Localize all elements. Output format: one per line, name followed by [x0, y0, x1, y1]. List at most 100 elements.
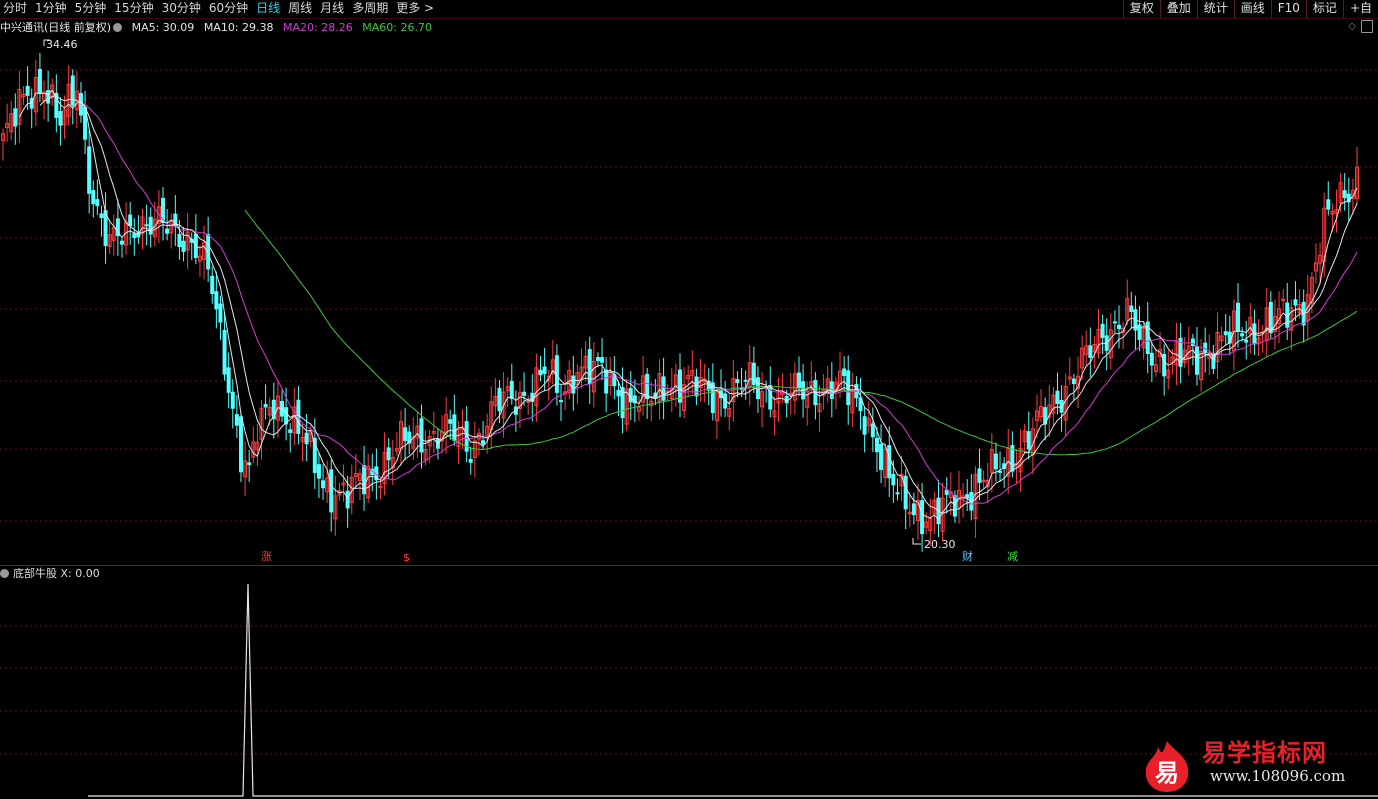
candle-body	[600, 357, 605, 363]
restore-rights-button[interactable]: 复权	[1122, 0, 1160, 18]
candle-body	[403, 427, 408, 441]
candle-body	[148, 216, 153, 235]
overlay-button[interactable]: 叠加	[1159, 0, 1197, 18]
watermark: 易 易学指标网 www.108096.com	[1140, 733, 1360, 793]
candle-body	[887, 445, 892, 479]
logo-char: 易	[1155, 759, 1179, 787]
candle-body	[559, 400, 564, 403]
candlestick-chart[interactable]	[0, 36, 1378, 565]
legend-toggle-icon[interactable]	[113, 23, 123, 32]
candle-body	[743, 379, 748, 382]
watermark-title: 易学指标网	[1202, 739, 1327, 767]
candle-body	[362, 465, 367, 495]
candle-body	[1088, 345, 1093, 358]
candle-body	[952, 495, 957, 517]
candle-body	[1112, 321, 1117, 324]
candle-body	[144, 224, 149, 227]
candle-body	[288, 429, 293, 433]
candle-body	[911, 503, 916, 516]
candle-body	[247, 462, 252, 466]
tab-weekly[interactable]: 周线	[285, 0, 317, 18]
f10-button[interactable]: F10	[1270, 0, 1306, 18]
watermark-url: www.108096.com	[1210, 767, 1346, 785]
event-marker-zhang[interactable]: 涨	[261, 551, 272, 563]
ma-legend: 中兴通讯(日线 前复权) MA5: 30.09 MA10: 29.38 MA20…	[0, 21, 438, 35]
ma5-value: MA5: 30.09	[131, 21, 195, 34]
indicator-name[interactable]: 底部牛股	[13, 567, 57, 580]
diamond-icon[interactable]: ◇	[1348, 21, 1356, 32]
candle-body	[903, 475, 908, 510]
candle-body	[226, 367, 231, 393]
candle-body	[165, 228, 170, 234]
candle-body	[678, 369, 682, 403]
candle-body	[874, 437, 879, 453]
candle-body	[13, 108, 18, 127]
tab-monthly[interactable]: 月线	[317, 0, 349, 18]
event-marker-dollar[interactable]: $	[403, 552, 410, 564]
candle-body	[526, 401, 531, 404]
event-marker-jian[interactable]: 减	[1007, 551, 1018, 563]
candle-body	[998, 470, 1003, 473]
tab-multi-period[interactable]: 多周期	[349, 0, 393, 18]
candle-body	[1268, 301, 1273, 334]
candle-body	[234, 414, 239, 426]
low-pointer	[912, 538, 921, 545]
low-price-label: 20.30	[924, 538, 956, 551]
tab-more[interactable]: 更多 >	[393, 0, 439, 18]
candle-body	[842, 368, 847, 376]
period-tabs: 分时 1分钟 5分钟 15分钟 30分钟 60分钟 日线 周线 月线 多周期 更…	[0, 0, 439, 18]
candle-body	[1071, 378, 1076, 385]
ma20-value: MA20: 28.26	[283, 21, 353, 34]
candle-body	[895, 492, 900, 495]
candle-body	[965, 494, 970, 499]
candle-body	[1194, 346, 1199, 375]
candle-body	[119, 240, 124, 245]
tab-daily[interactable]: 日线	[253, 0, 285, 18]
candle-body	[538, 369, 543, 376]
candle-body	[136, 233, 141, 238]
tab-30min[interactable]: 30分钟	[159, 0, 206, 18]
tab-5min[interactable]: 5分钟	[72, 0, 112, 18]
candle-body	[304, 432, 309, 445]
candle-body	[1129, 305, 1134, 313]
indicator-value: X: 0.00	[60, 567, 100, 580]
candle-body	[497, 387, 502, 412]
candle-body	[214, 291, 219, 310]
candle-body	[452, 414, 457, 441]
candle-body	[386, 447, 391, 461]
candle-body	[1055, 390, 1060, 405]
candle-body	[95, 199, 100, 207]
tab-1min[interactable]: 1分钟	[32, 0, 72, 18]
tab-15min[interactable]: 15分钟	[111, 0, 158, 18]
candle-body	[345, 490, 350, 509]
add-self-select-button[interactable]: +自	[1342, 0, 1378, 18]
mark-button[interactable]: 标记	[1305, 0, 1343, 18]
candle-body	[87, 146, 92, 194]
candle-body	[616, 389, 621, 397]
indicator-toggle-icon[interactable]	[0, 569, 9, 578]
candle-body	[796, 372, 801, 388]
candle-body	[132, 233, 137, 239]
tab-60min[interactable]: 60分钟	[206, 0, 253, 18]
candle-body	[920, 500, 925, 535]
candle-body	[661, 376, 666, 401]
statistics-button[interactable]: 统计	[1196, 0, 1234, 18]
candle-body	[879, 443, 884, 470]
draw-line-button[interactable]: 画线	[1233, 0, 1271, 18]
flame-logo-icon: 易	[1145, 741, 1189, 792]
window-settings-icon[interactable]	[1361, 20, 1373, 33]
tab-fenshi[interactable]: 分时	[0, 0, 32, 18]
panel-divider[interactable]	[0, 565, 1378, 566]
candle-body	[735, 379, 740, 384]
stock-title[interactable]: 中兴通讯(日线 前复权)	[0, 21, 111, 34]
candle-body	[177, 233, 182, 248]
candle-body	[1240, 333, 1245, 337]
candle-body	[1117, 324, 1122, 330]
candle-body	[862, 416, 867, 435]
candle-body	[222, 329, 227, 375]
candle-body	[263, 404, 268, 408]
event-marker-cai[interactable]: 财	[962, 551, 973, 563]
toolbar: 分时 1分钟 5分钟 15分钟 30分钟 60分钟 日线 周线 月线 多周期 更…	[0, 0, 1378, 19]
candle-body	[58, 110, 63, 126]
candle-body	[1211, 352, 1216, 369]
